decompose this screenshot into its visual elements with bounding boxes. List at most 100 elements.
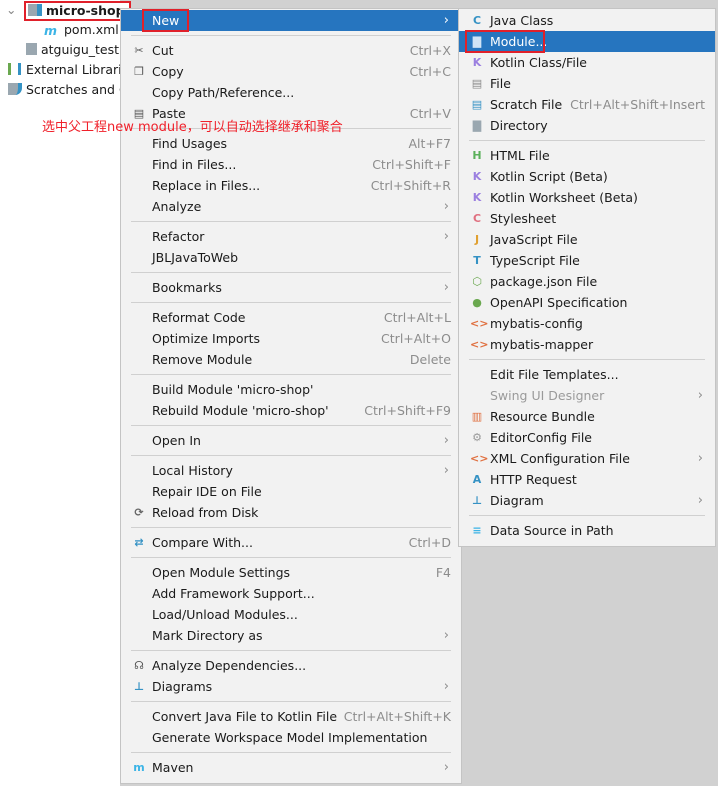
chevron-right-icon: › bbox=[443, 13, 449, 28]
new-item-directory[interactable]: ▇ Directory bbox=[459, 115, 715, 136]
new-item-kotlin-class-file[interactable]: K Kotlin Class/File bbox=[459, 52, 715, 73]
menu-item-label: Diagram bbox=[490, 493, 544, 508]
menu-separator bbox=[131, 425, 451, 426]
main-item-compare-with[interactable]: ⇄ Compare With... Ctrl+D bbox=[121, 532, 461, 553]
expand-chevron-icon[interactable]: ⌄ bbox=[6, 0, 16, 20]
main-item-remove-module[interactable]: Remove Module Delete bbox=[121, 349, 461, 370]
new-item-swing-ui-designer[interactable]: Swing UI Designer › bbox=[459, 385, 715, 406]
main-item-optimize-imports[interactable]: Optimize Imports Ctrl+Alt+O bbox=[121, 328, 461, 349]
menu-item-label: HTTP Request bbox=[490, 472, 577, 487]
main-item-build-module-micro-shop[interactable]: Build Module 'micro-shop' bbox=[121, 379, 461, 400]
main-item-open-in[interactable]: Open In › bbox=[121, 430, 461, 451]
new-item-editorconfig-file[interactable]: ⚙ EditorConfig File bbox=[459, 427, 715, 448]
menu-item-label: Directory bbox=[490, 118, 548, 133]
menu-item-label: Load/Unload Modules... bbox=[152, 607, 298, 622]
new-item-mybatis-config[interactable]: <> mybatis-config bbox=[459, 313, 715, 334]
main-item-generate-workspace-model-implementation[interactable]: Generate Workspace Model Implementation bbox=[121, 727, 461, 748]
main-item-diagrams[interactable]: ⊥ Diagrams › bbox=[121, 676, 461, 697]
menu-item-label: Kotlin Worksheet (Beta) bbox=[490, 190, 638, 205]
menu-item-shortcut: Ctrl+C bbox=[409, 64, 451, 79]
new-item-file[interactable]: ▤ File bbox=[459, 73, 715, 94]
annotation-text: 选中父工程new module，可以自动选择继承和聚合 bbox=[42, 120, 343, 135]
menu-separator bbox=[131, 650, 451, 651]
highlight-box bbox=[142, 9, 189, 32]
new-item-kotlin-script-beta[interactable]: K Kotlin Script (Beta) bbox=[459, 166, 715, 187]
new-item-stylesheet[interactable]: C Stylesheet bbox=[459, 208, 715, 229]
diagram-icon: ⊥ bbox=[471, 494, 483, 507]
tree-item-external-libraries[interactable]: External Librarie bbox=[8, 60, 129, 80]
new-item-diagram[interactable]: ⊥ Diagram › bbox=[459, 490, 715, 511]
main-item-refactor[interactable]: Refactor › bbox=[121, 226, 461, 247]
new-item-html-file[interactable]: H HTML File bbox=[459, 145, 715, 166]
main-item-copy-path-reference[interactable]: Copy Path/Reference... bbox=[121, 82, 461, 103]
main-item-reformat-code[interactable]: Reformat Code Ctrl+Alt+L bbox=[121, 307, 461, 328]
main-item-maven[interactable]: m Maven › bbox=[121, 757, 461, 778]
menu-item-label: Stylesheet bbox=[490, 211, 557, 226]
chevron-right-icon: › bbox=[443, 760, 449, 775]
menu-item-label: Copy bbox=[152, 64, 184, 79]
menu-item-label: Mark Directory as bbox=[152, 628, 263, 643]
tree-item-label: Scratches and C bbox=[26, 82, 128, 97]
menu-item-label: Bookmarks bbox=[152, 280, 222, 295]
folder-icon: ▇ bbox=[472, 119, 482, 132]
new-item-resource-bundle[interactable]: ▥ Resource Bundle bbox=[459, 406, 715, 427]
new-item-openapi-specification[interactable]: ● OpenAPI Specification bbox=[459, 292, 715, 313]
menu-separator bbox=[469, 515, 705, 516]
main-item-repair-ide-on-file[interactable]: Repair IDE on File bbox=[121, 481, 461, 502]
main-item-local-history[interactable]: Local History › bbox=[121, 460, 461, 481]
new-item-mybatis-mapper[interactable]: <> mybatis-mapper bbox=[459, 334, 715, 355]
main-item-mark-directory-as[interactable]: Mark Directory as › bbox=[121, 625, 461, 646]
new-item-javascript-file[interactable]: J JavaScript File bbox=[459, 229, 715, 250]
menu-item-label: Diagrams bbox=[152, 679, 213, 694]
menu-item-label: Copy Path/Reference... bbox=[152, 85, 295, 100]
menu-item-label: Cut bbox=[152, 43, 174, 58]
tree-item-scratches[interactable]: Scratches and C bbox=[8, 80, 128, 100]
chevron-right-icon: › bbox=[443, 628, 449, 643]
xml-icon: <> bbox=[470, 317, 489, 330]
menu-item-label: Local History bbox=[152, 463, 233, 478]
tree-item-micro-shop[interactable]: micro-shop bbox=[24, 1, 131, 21]
tree-item-atguigu-test[interactable]: atguigu_test.i bbox=[26, 40, 126, 60]
menu-item-shortcut: Ctrl+Alt+L bbox=[383, 310, 451, 325]
main-item-add-framework-support[interactable]: Add Framework Support... bbox=[121, 583, 461, 604]
main-item-load-unload-modules[interactable]: Load/Unload Modules... bbox=[121, 604, 461, 625]
chevron-right-icon: › bbox=[697, 451, 703, 466]
new-item-data-source-in-path[interactable]: ≡ Data Source in Path bbox=[459, 520, 715, 541]
module-folder-icon bbox=[28, 4, 42, 16]
reload-icon: ⟳ bbox=[134, 506, 144, 519]
main-item-rebuild-module-micro-shop[interactable]: Rebuild Module 'micro-shop' Ctrl+Shift+F9 bbox=[121, 400, 461, 421]
main-item-cut[interactable]: ✂ Cut Ctrl+X bbox=[121, 40, 461, 61]
main-item-reload-from-disk[interactable]: ⟳ Reload from Disk bbox=[121, 502, 461, 523]
menu-separator bbox=[131, 35, 451, 36]
file-icon: ▤ bbox=[471, 77, 483, 90]
new-item-scratch-file[interactable]: ▤ Scratch File Ctrl+Alt+Shift+Insert bbox=[459, 94, 715, 115]
new-item-xml-configuration-file[interactable]: <> XML Configuration File › bbox=[459, 448, 715, 469]
main-item-analyze-dependencies[interactable]: ☊ Analyze Dependencies... bbox=[121, 655, 461, 676]
main-item-replace-in-files[interactable]: Replace in Files... Ctrl+Shift+R bbox=[121, 175, 461, 196]
main-item-open-module-settings[interactable]: Open Module Settings F4 bbox=[121, 562, 461, 583]
new-item-typescript-file[interactable]: T TypeScript File bbox=[459, 250, 715, 271]
main-item-analyze[interactable]: Analyze › bbox=[121, 196, 461, 217]
main-item-bookmarks[interactable]: Bookmarks › bbox=[121, 277, 461, 298]
main-item-find-in-files[interactable]: Find in Files... Ctrl+Shift+F bbox=[121, 154, 461, 175]
tree-item-label: atguigu_test.i bbox=[41, 42, 127, 57]
tree-item-label: pom.xml bbox=[64, 22, 119, 37]
menu-separator bbox=[469, 140, 705, 141]
new-item-http-request[interactable]: A HTTP Request bbox=[459, 469, 715, 490]
main-item-jbljavatoweb[interactable]: JBLJavaToWeb bbox=[121, 247, 461, 268]
new-item-java-class[interactable]: C Java Class bbox=[459, 10, 715, 31]
tree-item-pom[interactable]: m pom.xml bbox=[44, 20, 119, 40]
menu-separator bbox=[131, 701, 451, 702]
main-item-copy[interactable]: ❐ Copy Ctrl+C bbox=[121, 61, 461, 82]
menu-item-label: Edit File Templates... bbox=[490, 367, 619, 382]
main-item-find-usages[interactable]: Find Usages Alt+F7 bbox=[121, 133, 461, 154]
new-item-edit-file-templates[interactable]: Edit File Templates... bbox=[459, 364, 715, 385]
tree-item-label: External Librarie bbox=[26, 62, 130, 77]
new-item-package-json-file[interactable]: ⬡ package.json File bbox=[459, 271, 715, 292]
new-item-kotlin-worksheet-beta[interactable]: K Kotlin Worksheet (Beta) bbox=[459, 187, 715, 208]
css-icon: C bbox=[472, 212, 482, 225]
menu-item-label: JavaScript File bbox=[490, 232, 578, 247]
menu-item-shortcut: Ctrl+Alt+Shift+K bbox=[343, 709, 451, 724]
main-item-convert-java-file-to-kotlin-file[interactable]: Convert Java File to Kotlin File Ctrl+Alt… bbox=[121, 706, 461, 727]
diagram-icon: ⊥ bbox=[133, 680, 145, 693]
